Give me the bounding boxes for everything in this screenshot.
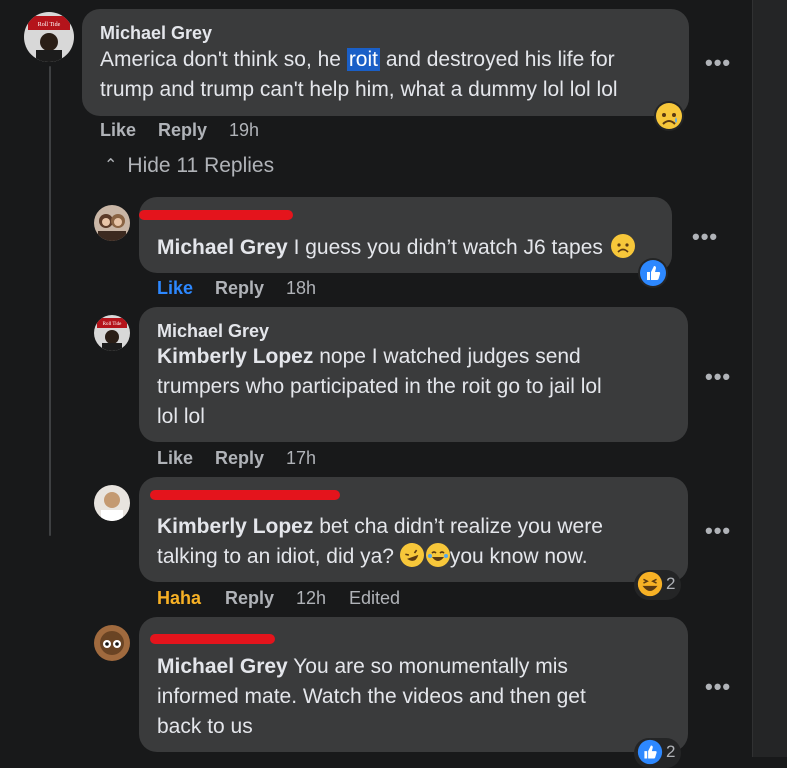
reply-button[interactable]: Reply xyxy=(215,448,264,469)
avatar[interactable] xyxy=(94,625,130,661)
reply-button[interactable]: Reply xyxy=(225,588,274,609)
more-options-icon[interactable]: ••• xyxy=(705,518,731,544)
avatar[interactable]: Roll Tide xyxy=(94,315,130,351)
like-button[interactable]: Like xyxy=(157,448,193,469)
reply-button[interactable]: Reply xyxy=(215,278,264,299)
timestamp[interactable]: 19h xyxy=(229,120,259,141)
reaction-summary[interactable]: 2 xyxy=(634,738,682,768)
like-reaction-icon xyxy=(637,739,663,765)
reply-text-line-2: talking to an idiot, did ya? you know no… xyxy=(157,539,588,572)
timestamp[interactable]: 12h xyxy=(296,588,326,609)
timestamp[interactable]: 18h xyxy=(286,278,316,299)
redacted-name xyxy=(150,490,340,500)
hide-replies-toggle[interactable]: ⌃ Hide 11 Replies xyxy=(104,154,274,178)
avatar-badge: Roll Tide xyxy=(38,22,61,28)
reaction-count: 2 xyxy=(666,574,676,593)
avatar[interactable]: Roll Tide xyxy=(24,12,74,62)
avatar-image xyxy=(94,625,130,661)
avatar-image xyxy=(94,485,130,521)
reply-text-line-3: back to us xyxy=(157,715,253,738)
mention[interactable]: Kimberly Lopez xyxy=(157,515,313,538)
haha-reaction-icon xyxy=(637,571,663,597)
more-options-icon[interactable]: ••• xyxy=(705,364,731,390)
chevron-up-icon: ⌃ xyxy=(104,157,118,174)
rofl-emoji-icon xyxy=(396,539,428,571)
mention[interactable]: Kimberly Lopez xyxy=(157,345,313,368)
redacted-name xyxy=(139,210,293,220)
comment-author[interactable]: Michael Grey xyxy=(100,23,212,44)
like-button[interactable]: Like xyxy=(100,120,136,141)
mention[interactable]: Michael Grey xyxy=(157,236,288,259)
scrollbar-track[interactable] xyxy=(752,0,787,757)
laughing-tears-emoji-icon xyxy=(425,543,450,567)
comment-text-before: America don't think so, he xyxy=(100,48,347,71)
more-options-icon[interactable]: ••• xyxy=(692,224,718,250)
haha-button[interactable]: Haha xyxy=(157,588,201,609)
reply-text-line-1: Michael Grey You are so monumentally mis xyxy=(157,655,568,678)
scrollbar-border xyxy=(752,0,753,757)
redacted-name xyxy=(150,634,275,644)
avatar-image: Roll Tide xyxy=(94,315,130,351)
thread-connector-line xyxy=(49,66,51,536)
reply-text-line-2: informed mate. Watch the videos and then… xyxy=(157,685,586,708)
reaction-count: 2 xyxy=(666,742,676,761)
hide-replies-label: Hide 11 Replies xyxy=(127,154,275,177)
selected-text: roit xyxy=(346,48,380,71)
sad-emoji-icon xyxy=(610,234,635,258)
comment-text-after: and destroyed his life for xyxy=(380,48,615,71)
reaction-summary[interactable]: 2 xyxy=(634,570,682,600)
avatar-badge: Roll Tide xyxy=(103,322,123,327)
more-options-icon[interactable]: ••• xyxy=(705,674,731,700)
avatar-image xyxy=(94,205,130,241)
mention[interactable]: Michael Grey xyxy=(157,655,288,678)
reply-text-line-3: lol lol xyxy=(157,405,205,428)
reply-text-line-1: Kimberly Lopez bet cha didn’t realize yo… xyxy=(157,515,603,538)
like-reaction-icon[interactable] xyxy=(638,258,668,288)
reply-text-line-2: trumpers who participated in the roit go… xyxy=(157,375,602,398)
reply-button[interactable]: Reply xyxy=(158,120,207,141)
avatar[interactable] xyxy=(94,205,130,241)
more-options-icon[interactable]: ••• xyxy=(705,50,731,76)
reply-text: Michael Grey I guess you didn’t watch J6… xyxy=(157,233,635,263)
comment-text-line-1: America don't think so, he roit and dest… xyxy=(100,45,615,75)
avatar-image: Roll Tide xyxy=(24,12,74,62)
reply-author[interactable]: Michael Grey xyxy=(157,321,269,342)
comment-text-line-2: trump and trump can't help him, what a d… xyxy=(100,78,618,101)
edited-label[interactable]: Edited xyxy=(349,588,400,609)
timestamp[interactable]: 17h xyxy=(286,448,316,469)
like-button[interactable]: Like xyxy=(157,278,193,299)
avatar[interactable] xyxy=(94,485,130,521)
sad-reaction-icon[interactable] xyxy=(654,101,684,131)
reply-text-line-1: Kimberly Lopez nope I watched judges sen… xyxy=(157,345,581,368)
